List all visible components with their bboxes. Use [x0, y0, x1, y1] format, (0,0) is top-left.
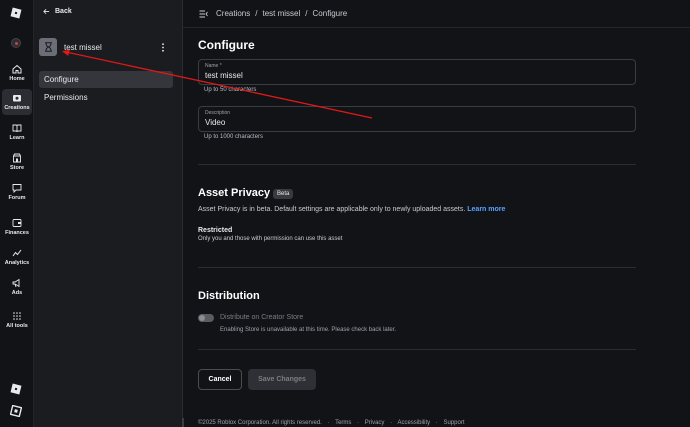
rail-item-label: Store — [9, 165, 25, 171]
name-field-label: Name * — [205, 63, 222, 69]
rail-item-label: Creations — [4, 105, 30, 111]
beta-badge: Beta — [273, 189, 294, 199]
footer-accessibility-link[interactable]: Accessibility — [397, 420, 430, 426]
rail-item-label: Finances — [5, 230, 29, 236]
roblox-app-icon[interactable] — [10, 383, 22, 395]
back-button[interactable]: Back — [43, 8, 72, 15]
distribution-heading: Distribution — [198, 290, 260, 302]
section-divider — [198, 164, 636, 165]
footer: ©2025 Roblox Corporation. All rights res… — [198, 420, 468, 426]
roblox-studio-icon[interactable] — [10, 405, 22, 417]
rail-item-label: Analytics — [4, 260, 30, 266]
description-field[interactable]: Description Video — [198, 106, 636, 132]
rail-item-learn[interactable]: Learn — [2, 119, 32, 145]
ads-icon — [12, 278, 20, 288]
rail-item-label: Forum — [8, 195, 26, 201]
distribution-note: Enabling Store is unavailable at this ti… — [220, 327, 397, 333]
rail-item-ads[interactable]: Ads — [2, 274, 32, 300]
distribute-toggle[interactable] — [198, 314, 214, 322]
sidebar-item-permissions[interactable]: Permissions — [39, 89, 173, 106]
rail-item-home[interactable]: Home — [2, 60, 32, 86]
rail-item-finances[interactable]: Finances — [2, 214, 32, 240]
footer-terms-link[interactable]: Terms — [335, 420, 351, 426]
all-tools-icon — [13, 312, 21, 320]
rail-item-label: Learn — [9, 135, 25, 141]
home-icon — [12, 64, 22, 74]
restricted-label: Restricted — [198, 227, 233, 234]
footer-separator: · — [327, 420, 330, 426]
footer-separator: · — [435, 420, 438, 426]
rail-item-analytics[interactable]: Analytics — [2, 244, 32, 270]
breadcrumb: Creations / test missel / Configure — [199, 9, 347, 18]
forum-icon — [12, 184, 22, 193]
rail-item-label: Ads — [11, 290, 23, 296]
footer-separator: · — [357, 420, 360, 426]
sidebar-item-configure[interactable]: Configure — [39, 71, 173, 88]
name-field[interactable]: Name * test missel — [198, 59, 636, 85]
asset-thumbnail — [39, 38, 57, 56]
breadcrumb-configure: Configure — [312, 9, 348, 18]
user-avatar[interactable] — [11, 38, 21, 48]
learn-icon — [12, 124, 22, 133]
section-divider — [198, 267, 636, 268]
analytics-icon — [12, 249, 22, 257]
finances-icon — [12, 219, 22, 227]
asset-sidebar: Back test missel Configure Permissions — [34, 0, 183, 427]
description-field-label: Description — [205, 110, 231, 116]
distribute-toggle-label: Distribute on Creator Store — [220, 314, 304, 321]
arrow-left-icon — [43, 9, 50, 14]
learn-more-link[interactable]: Learn more — [467, 206, 505, 213]
restricted-description: Only you and those with permission can u… — [198, 236, 343, 242]
description-field-hint: Up to 1000 characters — [204, 134, 264, 140]
breadcrumb-separator: / — [255, 9, 258, 18]
footer-support-link[interactable]: Support — [443, 420, 464, 426]
back-label: Back — [55, 8, 72, 15]
privacy-description: Asset Privacy is in beta. Default settin… — [198, 206, 505, 213]
name-field-value[interactable]: test missel — [205, 71, 243, 80]
breadcrumb-creations[interactable]: Creations — [216, 9, 250, 18]
rail-item-creations[interactable]: Creations — [2, 89, 32, 115]
save-changes-button[interactable]: Save Changes — [248, 369, 316, 390]
breadcrumb-asset[interactable]: test missel — [262, 9, 300, 18]
cancel-button[interactable]: Cancel — [198, 369, 242, 390]
rail-item-label: All tools — [6, 323, 28, 329]
sidebar-scrollbar[interactable] — [182, 418, 184, 427]
asset-privacy-heading: Asset Privacy — [198, 187, 271, 199]
description-field-value[interactable]: Video — [205, 118, 225, 127]
header-divider — [183, 27, 690, 28]
hourglass-icon — [44, 42, 52, 52]
asset-name: test missel — [64, 43, 102, 52]
store-icon — [13, 153, 21, 163]
collapse-sidebar-icon[interactable] — [199, 10, 208, 18]
privacy-text: Asset Privacy is in beta. Default settin… — [198, 206, 466, 213]
name-field-hint: Up to 50 characters — [204, 87, 257, 93]
breadcrumb-separator: / — [305, 9, 308, 18]
rail-item-label: Home — [9, 76, 25, 82]
roblox-logo-icon[interactable] — [10, 7, 22, 19]
creations-icon — [13, 95, 21, 102]
footer-privacy-link[interactable]: Privacy — [365, 420, 385, 426]
left-rail: Home Creations Learn Store Forum Finance… — [0, 0, 34, 427]
rail-item-all-tools[interactable]: All tools — [2, 307, 32, 333]
section-divider — [198, 349, 636, 350]
footer-copyright: ©2025 Roblox Corporation. All rights res… — [198, 420, 322, 426]
page-title: Configure — [198, 38, 255, 52]
rail-item-forum[interactable]: Forum — [2, 179, 32, 205]
rail-item-store[interactable]: Store — [2, 149, 32, 175]
footer-separator: · — [390, 420, 393, 426]
more-vertical-icon[interactable] — [161, 43, 165, 52]
